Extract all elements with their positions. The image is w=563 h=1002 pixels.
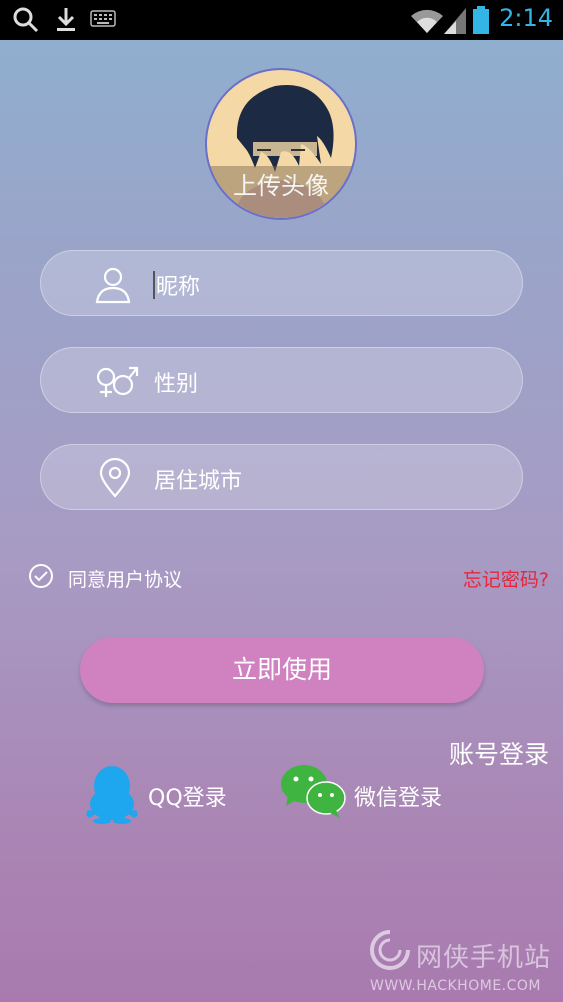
wechat-login-label: 微信登录 <box>354 786 443 811</box>
wechat-login-button[interactable]: 微信登录 <box>280 764 460 824</box>
watermark-url: WWW.HACKHOME.COM <box>370 978 541 994</box>
signal-icon <box>444 8 466 38</box>
watermark-name: 网侠手机站 <box>416 943 552 973</box>
watermark-logo <box>368 928 412 976</box>
agreement-label: 同意用户协议 <box>68 569 183 591</box>
avatar-upload-label: 上传头像 <box>207 166 355 218</box>
status-time: 2:14 <box>499 4 553 32</box>
battery-icon <box>473 6 489 38</box>
check-circle-icon <box>28 563 54 593</box>
avatar-upload[interactable]: 上传头像 <box>205 68 357 220</box>
search-icon <box>12 6 40 38</box>
gender-placeholder: 性别 <box>154 372 199 397</box>
text-cursor <box>153 271 155 299</box>
qq-login-label: QQ登录 <box>148 786 227 811</box>
gender-icon <box>93 361 139 401</box>
nickname-field[interactable]: 昵称 <box>40 250 523 316</box>
account-login-link[interactable]: 账号登录 <box>449 735 549 771</box>
qq-penguin-icon <box>84 764 140 828</box>
download-icon <box>54 6 78 38</box>
qq-login-button[interactable]: QQ登录 <box>84 764 244 824</box>
city-field[interactable]: 居住城市 <box>40 444 523 510</box>
user-icon <box>93 264 133 304</box>
city-placeholder: 居住城市 <box>154 469 243 494</box>
start-using-button[interactable]: 立即使用 <box>80 637 484 703</box>
nickname-placeholder: 昵称 <box>156 275 201 300</box>
gender-field[interactable]: 性别 <box>40 347 523 413</box>
location-pin-icon <box>99 457 139 498</box>
wechat-icon <box>280 764 346 824</box>
wifi-icon <box>410 8 444 38</box>
keyboard-icon <box>90 10 116 32</box>
forgot-password-link[interactable]: 忘记密码? <box>463 565 549 592</box>
status-bar: 2:14 <box>0 0 563 40</box>
